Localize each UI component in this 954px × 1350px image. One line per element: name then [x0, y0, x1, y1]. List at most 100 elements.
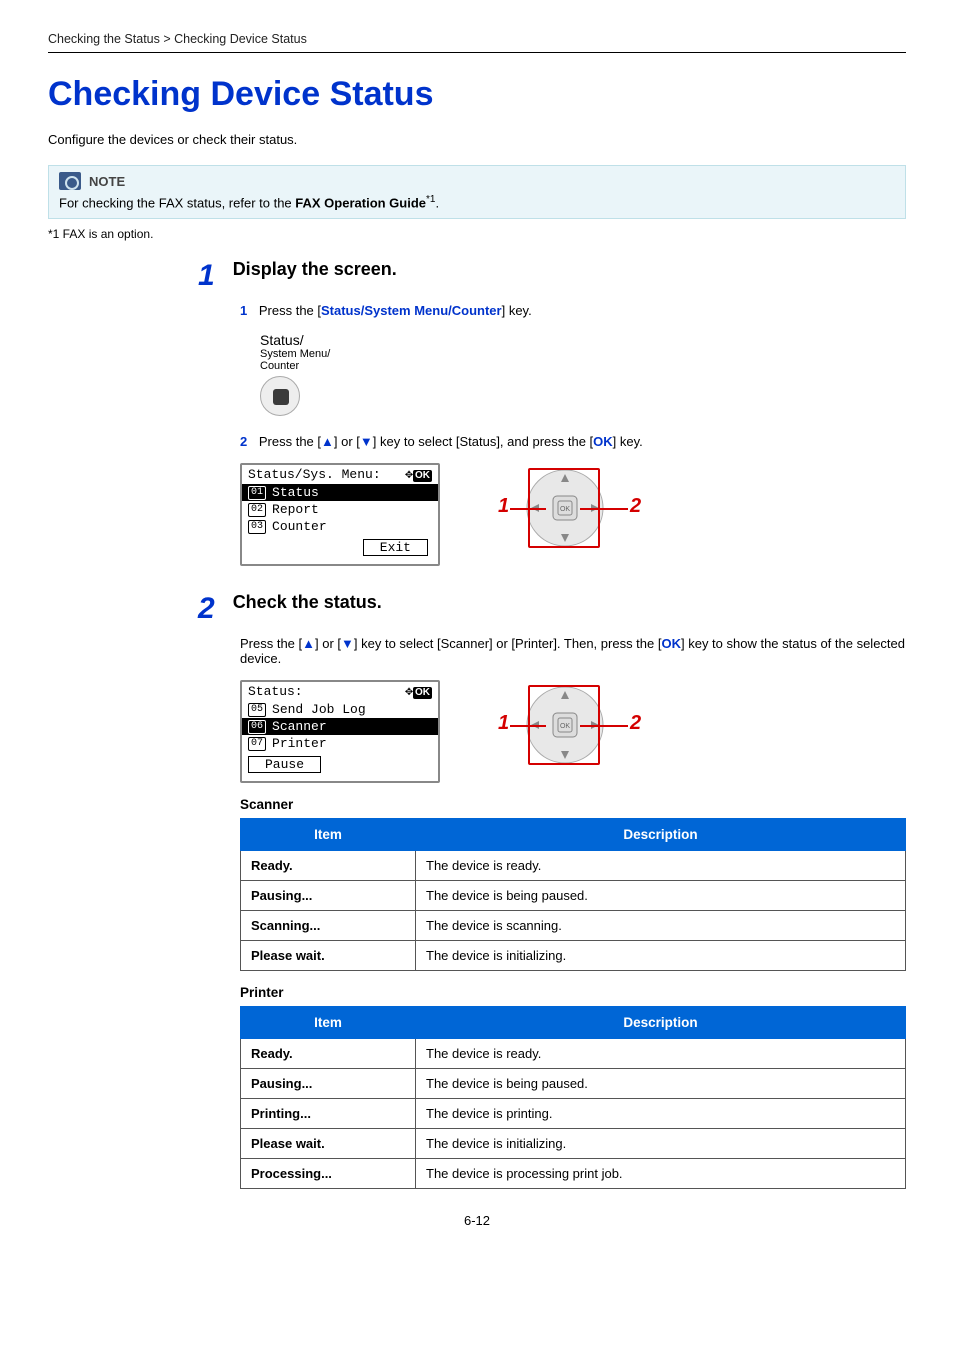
note-guide-ref: FAX Operation Guide — [295, 195, 426, 210]
lcd-row-num: 06 — [248, 720, 266, 734]
printer-subhead: Printer — [240, 985, 906, 1000]
table-row: Processing...The device is processing pr… — [241, 1159, 906, 1189]
table-row: Printing...The device is printing. — [241, 1099, 906, 1129]
step1-heading: Display the screen. — [233, 259, 397, 280]
cell-item: Ready. — [241, 851, 416, 881]
step1-sub1: 1 Press the [Status/System Menu/Counter]… — [240, 303, 906, 318]
table-row: Pausing...The device is being paused. — [241, 1069, 906, 1099]
text: ] or [ — [334, 434, 360, 449]
text: Press the [ — [259, 303, 321, 318]
cell-desc: The device is initializing. — [416, 941, 906, 971]
page-title: Checking Device Status — [48, 75, 906, 114]
lcd-soft-button: Pause — [248, 756, 321, 773]
text: ] key to select [Scanner] or [Printer]. … — [354, 636, 662, 651]
arrow-up-icon: ▲ — [302, 636, 315, 651]
callout-1: 1 — [498, 495, 509, 518]
lcd-title: Status: — [248, 684, 303, 699]
ok-key: OK — [661, 636, 681, 651]
hardware-key-label: Status/ System Menu/ Counter — [260, 332, 368, 416]
nav-glyph: ✥OK — [405, 467, 432, 482]
cell-item: Ready. — [241, 1039, 416, 1069]
scanner-table: Item Description Ready.The device is rea… — [240, 818, 906, 971]
lcd-panel-1: Status/Sys. Menu: ✥OK 01 Status 02 Repor… — [240, 463, 440, 566]
lcd-row-num: 03 — [248, 520, 266, 534]
table-header-item: Item — [241, 1007, 416, 1039]
key-name: Status/System Menu/Counter — [321, 303, 502, 318]
arrow-down-icon: ▼ — [360, 434, 373, 449]
nav-glyph: ✥OK — [405, 684, 432, 699]
callout-2: 2 — [630, 712, 641, 735]
step1-sub2: 2 Press the [▲] or [▼] key to select [St… — [240, 434, 906, 449]
arrow-down-icon: ▼ — [341, 636, 354, 651]
lcd-row-text: Printer — [272, 736, 327, 751]
text: ] key to select [Status], and press the … — [373, 434, 593, 449]
cell-item: Please wait. — [241, 941, 416, 971]
table-header-desc: Description — [416, 1007, 906, 1039]
lcd-panel-2: Status: ✥OK 05 Send Job Log 06 Scanner 0… — [240, 680, 440, 783]
note-icon — [59, 172, 81, 190]
lcd-row-text: Send Job Log — [272, 702, 366, 717]
panel-label3: Counter — [260, 360, 368, 372]
step2-heading: Check the status. — [233, 592, 382, 613]
step2-visual-row: Status: ✥OK 05 Send Job Log 06 Scanner 0… — [240, 680, 906, 783]
printer-table: Item Description Ready.The device is rea… — [240, 1006, 906, 1189]
lcd-row-num: 05 — [248, 703, 266, 717]
cell-item: Please wait. — [241, 1129, 416, 1159]
lcd-row-text: Counter — [272, 519, 327, 534]
text: ] key. — [502, 303, 532, 318]
table-row: Pausing...The device is being paused. — [241, 881, 906, 911]
lcd-row-num: 02 — [248, 503, 266, 517]
step2-text: Press the [▲] or [▼] key to select [Scan… — [240, 636, 906, 666]
note-text: For checking the FAX status, refer to th… — [59, 195, 295, 210]
note-text-end: . — [435, 195, 439, 210]
cell-desc: The device is being paused. — [416, 1069, 906, 1099]
intro-text: Configure the devices or check their sta… — [48, 132, 906, 147]
cell-item: Scanning... — [241, 911, 416, 941]
lcd-row-num: 01 — [248, 486, 266, 500]
text: Press the [ — [259, 434, 321, 449]
arrow-up-icon: ▲ — [321, 434, 334, 449]
cell-desc: The device is scanning. — [416, 911, 906, 941]
step1-number: 1 — [198, 259, 215, 293]
lcd-row-text: Scanner — [272, 719, 327, 734]
nav-diagram-1: OK 1 2 — [480, 463, 660, 553]
cell-desc: The device is printing. — [416, 1099, 906, 1129]
table-row: Scanning...The device is scanning. — [241, 911, 906, 941]
substep-num: 2 — [240, 434, 247, 449]
callout-1: 1 — [498, 712, 509, 735]
text: ] key. — [613, 434, 643, 449]
step1-visual-row: Status/Sys. Menu: ✥OK 01 Status 02 Repor… — [240, 463, 906, 566]
table-row: Ready.The device is ready. — [241, 851, 906, 881]
ok-key: OK — [593, 434, 613, 449]
table-header-desc: Description — [416, 819, 906, 851]
page-number: 6-12 — [48, 1213, 906, 1228]
note-box: NOTE For checking the FAX status, refer … — [48, 165, 906, 219]
substep-num: 1 — [240, 303, 247, 318]
cell-desc: The device is ready. — [416, 1039, 906, 1069]
cell-desc: The device is initializing. — [416, 1129, 906, 1159]
step2-number: 2 — [198, 592, 215, 626]
table-row: Ready.The device is ready. — [241, 1039, 906, 1069]
cell-desc: The device is ready. — [416, 851, 906, 881]
cell-desc: The device is being paused. — [416, 881, 906, 911]
table-row: Please wait.The device is initializing. — [241, 1129, 906, 1159]
note-label: NOTE — [89, 174, 125, 189]
note-body: For checking the FAX status, refer to th… — [49, 190, 905, 218]
nav-diagram-2: OK 1 2 — [480, 680, 660, 770]
text: ] or [ — [315, 636, 341, 651]
table-row: Please wait.The device is initializing. — [241, 941, 906, 971]
cell-item: Printing... — [241, 1099, 416, 1129]
panel-label1: Status/ — [260, 332, 368, 348]
table-header-item: Item — [241, 819, 416, 851]
lcd-row-text: Report — [272, 502, 319, 517]
lcd-row-num: 07 — [248, 737, 266, 751]
cell-item: Processing... — [241, 1159, 416, 1189]
scanner-subhead: Scanner — [240, 797, 906, 812]
lcd-title: Status/Sys. Menu: — [248, 467, 381, 482]
cell-desc: The device is processing print job. — [416, 1159, 906, 1189]
cell-item: Pausing... — [241, 881, 416, 911]
round-button-icon — [260, 376, 300, 416]
panel-label2: System Menu/ — [260, 348, 368, 360]
breadcrumb: Checking the Status > Checking Device St… — [48, 32, 906, 46]
cell-item: Pausing... — [241, 1069, 416, 1099]
